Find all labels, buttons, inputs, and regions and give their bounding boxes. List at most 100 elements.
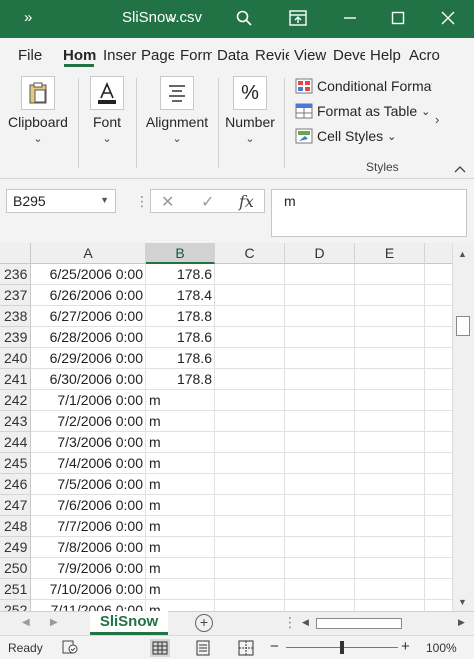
- cell-b[interactable]: m: [146, 432, 215, 453]
- cell-f[interactable]: [425, 306, 452, 327]
- name-box-dropdown-icon[interactable]: ▼: [100, 195, 109, 205]
- zoom-slider-thumb[interactable]: [340, 641, 344, 654]
- number-group[interactable]: % Number ⌄: [220, 72, 280, 172]
- row-header[interactable]: 240: [0, 348, 31, 369]
- cell-c[interactable]: [215, 390, 285, 411]
- cell-f[interactable]: [425, 411, 452, 432]
- cell-a[interactable]: 7/11/2006 0:00: [31, 600, 146, 611]
- cell-e[interactable]: [355, 495, 425, 516]
- spreadsheet-grid[interactable]: A B C D E 236 6/25/2006 0:00 178.6 237 6/26/…: [0, 243, 452, 611]
- cell-b[interactable]: 178.4: [146, 285, 215, 306]
- row-header[interactable]: 236: [0, 264, 31, 285]
- conditional-formatting-button[interactable]: Conditional Formatt: [295, 78, 439, 94]
- cell-d[interactable]: [285, 579, 355, 600]
- cell-c[interactable]: [215, 516, 285, 537]
- column-header-b[interactable]: B: [146, 243, 215, 264]
- minimize-icon[interactable]: [338, 6, 362, 30]
- row-header[interactable]: 243: [0, 411, 31, 432]
- column-header-d[interactable]: D: [285, 243, 355, 264]
- cell-e[interactable]: [355, 600, 425, 611]
- cell-e[interactable]: [355, 516, 425, 537]
- cell-a[interactable]: 7/9/2006 0:00: [31, 558, 146, 579]
- cell-f[interactable]: [425, 390, 452, 411]
- next-sheet-icon[interactable]: ▶: [50, 617, 58, 628]
- column-header-e[interactable]: E: [355, 243, 425, 264]
- insert-function-icon[interactable]: fx: [239, 192, 254, 211]
- cell-c[interactable]: [215, 474, 285, 495]
- cell-d[interactable]: [285, 495, 355, 516]
- row-header[interactable]: 246: [0, 474, 31, 495]
- ribbon-scroll-right-icon[interactable]: ›: [435, 112, 439, 127]
- ribbon-display-options-icon[interactable]: [286, 6, 310, 30]
- cell-c[interactable]: [215, 600, 285, 611]
- close-icon[interactable]: [436, 6, 460, 30]
- cell-e[interactable]: [355, 411, 425, 432]
- tab-acrobat[interactable]: Acro: [409, 47, 443, 64]
- cell-a[interactable]: 6/26/2006 0:00: [31, 285, 146, 306]
- cell-f[interactable]: [425, 474, 452, 495]
- cell-b[interactable]: 178.6: [146, 348, 215, 369]
- formula-input[interactable]: m: [271, 189, 467, 237]
- tab-formulas[interactable]: Form: [180, 47, 212, 64]
- enter-icon[interactable]: ✓: [201, 192, 214, 212]
- cell-d[interactable]: [285, 432, 355, 453]
- cell-a[interactable]: 7/3/2006 0:00: [31, 432, 146, 453]
- cell-d[interactable]: [285, 411, 355, 432]
- cell-d[interactable]: [285, 348, 355, 369]
- tab-help[interactable]: Help: [370, 47, 404, 64]
- cell-d[interactable]: [285, 558, 355, 579]
- tab-page-layout[interactable]: Page: [141, 47, 174, 64]
- cell-c[interactable]: [215, 537, 285, 558]
- cell-a[interactable]: 7/6/2006 0:00: [31, 495, 146, 516]
- name-box[interactable]: B295 ▼: [6, 189, 116, 213]
- column-header-c[interactable]: C: [215, 243, 285, 264]
- cell-e[interactable]: [355, 474, 425, 495]
- vertical-scrollbar[interactable]: ▲ ▼: [452, 243, 474, 611]
- cell-f[interactable]: [425, 369, 452, 390]
- tab-home[interactable]: Hom: [63, 47, 96, 64]
- column-header-a[interactable]: A: [31, 243, 146, 264]
- cell-a[interactable]: 7/4/2006 0:00: [31, 453, 146, 474]
- cell-c[interactable]: [215, 411, 285, 432]
- collapse-ribbon-icon[interactable]: [454, 160, 466, 178]
- row-header[interactable]: 247: [0, 495, 31, 516]
- cell-a[interactable]: 7/10/2006 0:00: [31, 579, 146, 600]
- cell-styles-button[interactable]: Cell Styles ⌄: [295, 128, 396, 144]
- cell-e[interactable]: [355, 579, 425, 600]
- row-header[interactable]: 248: [0, 516, 31, 537]
- cell-e[interactable]: [355, 264, 425, 285]
- cell-c[interactable]: [215, 579, 285, 600]
- cell-c[interactable]: [215, 285, 285, 306]
- cell-d[interactable]: [285, 285, 355, 306]
- cell-e[interactable]: [355, 348, 425, 369]
- tab-split-handle[interactable]: ⋮: [283, 614, 297, 631]
- scroll-left-icon[interactable]: ◀: [302, 617, 309, 628]
- tab-file[interactable]: File: [18, 47, 44, 64]
- cell-c[interactable]: [215, 558, 285, 579]
- cell-d[interactable]: [285, 390, 355, 411]
- cell-f[interactable]: [425, 579, 452, 600]
- search-icon[interactable]: [232, 6, 256, 30]
- tab-developer[interactable]: Deve: [333, 47, 365, 64]
- cell-e[interactable]: [355, 537, 425, 558]
- cell-f[interactable]: [425, 537, 452, 558]
- format-as-table-button[interactable]: Format as Table ⌄: [295, 103, 430, 119]
- cell-b[interactable]: m: [146, 390, 215, 411]
- cell-d[interactable]: [285, 453, 355, 474]
- row-header[interactable]: 242: [0, 390, 31, 411]
- scroll-down-icon[interactable]: ▼: [458, 597, 467, 607]
- cell-e[interactable]: [355, 390, 425, 411]
- cell-c[interactable]: [215, 264, 285, 285]
- tab-data[interactable]: Data: [217, 47, 251, 64]
- row-header[interactable]: 251: [0, 579, 31, 600]
- row-header[interactable]: 237: [0, 285, 31, 306]
- row-header[interactable]: 238: [0, 306, 31, 327]
- cell-f[interactable]: [425, 600, 452, 611]
- cell-e[interactable]: [355, 327, 425, 348]
- cell-f[interactable]: [425, 348, 452, 369]
- cell-a[interactable]: 6/25/2006 0:00: [31, 264, 146, 285]
- page-break-preview-icon[interactable]: [238, 640, 254, 659]
- cell-e[interactable]: [355, 558, 425, 579]
- cell-c[interactable]: [215, 369, 285, 390]
- page-layout-view-icon[interactable]: [195, 640, 211, 659]
